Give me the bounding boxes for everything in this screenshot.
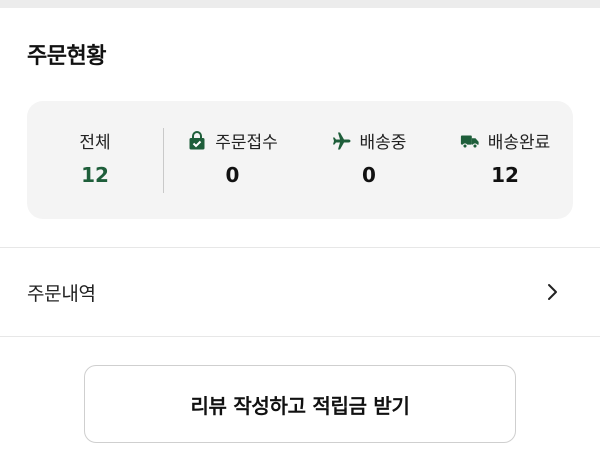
status-delivered[interactable]: 배송완료 12 [437, 101, 573, 219]
shopping-bag-check-icon [187, 130, 207, 151]
page-title: 주문현황 [27, 44, 106, 69]
status-received[interactable]: 주문접수 0 [164, 101, 301, 219]
write-review-button[interactable]: 리뷰 작성하고 적립금 받기 [84, 365, 516, 443]
status-shipping-label: 배송중 [359, 133, 407, 153]
divider-bottom [0, 336, 600, 337]
status-delivered-label: 배송완료 [487, 133, 551, 153]
top-separator [0, 0, 600, 8]
status-received-count: 0 [225, 163, 240, 187]
airplane-icon [332, 131, 352, 151]
order-history-label: 주문내역 [27, 283, 96, 305]
status-all[interactable]: 전체 12 [27, 101, 163, 219]
status-all-count: 12 [81, 163, 109, 187]
status-all-label: 전체 [79, 133, 111, 153]
order-history-row[interactable]: 주문내역 [0, 248, 600, 336]
status-delivered-count: 12 [491, 163, 519, 187]
status-shipping[interactable]: 배송중 0 [301, 101, 437, 219]
status-shipping-count: 0 [362, 163, 376, 187]
order-status-card: 전체 12 주문접수 0 배송중 0 배송완료 12 [27, 101, 573, 219]
delivery-truck-icon [460, 131, 480, 151]
status-received-label: 주문접수 [215, 133, 278, 153]
chevron-right-icon [548, 284, 557, 300]
